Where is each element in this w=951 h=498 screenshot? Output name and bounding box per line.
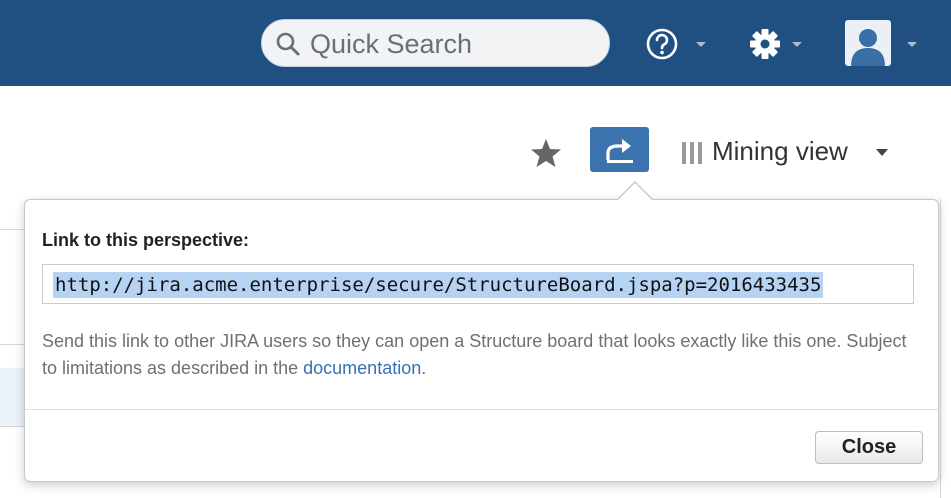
description-end: . <box>421 358 427 378</box>
chevron-down-icon <box>696 42 706 47</box>
share-icon <box>606 139 633 163</box>
popup-description: Send this link to other JIRA users so th… <box>42 328 922 382</box>
background-divider <box>0 344 24 345</box>
avatar <box>845 20 891 66</box>
description-text: Send this link to other JIRA users so th… <box>42 331 907 378</box>
chevron-down-icon <box>792 42 802 47</box>
search-icon <box>276 32 300 56</box>
star-icon[interactable] <box>529 136 563 170</box>
background-divider <box>0 426 24 427</box>
view-selector-label: Mining view <box>712 136 848 166</box>
background-divider <box>0 229 24 230</box>
chevron-down-icon <box>907 42 917 47</box>
popup-title: Link to this perspective: <box>42 230 250 250</box>
popup-pointer-fill <box>617 183 653 201</box>
gear-icon <box>750 29 780 59</box>
popup-footer-divider <box>25 409 938 410</box>
close-button[interactable]: Close <box>815 431 923 464</box>
top-navigation-bar: Quick Search <box>0 0 951 86</box>
background-selected-row <box>0 368 24 426</box>
help-menu-button[interactable] <box>644 20 706 66</box>
share-perspective-button[interactable] <box>590 127 649 172</box>
columns-icon <box>682 142 702 164</box>
perspective-url-value[interactable]: http://jira.acme.enterprise/secure/Struc… <box>53 272 824 298</box>
background-scrollbar-edge <box>940 199 941 498</box>
documentation-link[interactable]: documentation <box>303 358 421 378</box>
perspective-url-field[interactable]: http://jira.acme.enterprise/secure/Struc… <box>42 264 914 304</box>
chevron-down-icon <box>876 149 888 156</box>
help-icon <box>646 28 678 60</box>
settings-menu-button[interactable] <box>747 20 809 66</box>
user-profile-menu-button[interactable] <box>845 20 927 66</box>
share-link-popup: Link to this perspective: http://jira.ac… <box>24 181 939 482</box>
search-placeholder: Quick Search <box>310 29 473 59</box>
user-icon <box>851 29 885 66</box>
view-selector-dropdown[interactable]: Mining view <box>680 133 920 173</box>
quick-search-input[interactable]: Quick Search <box>261 19 610 67</box>
page: Quick Search Mining view Link to this pe… <box>0 0 951 498</box>
